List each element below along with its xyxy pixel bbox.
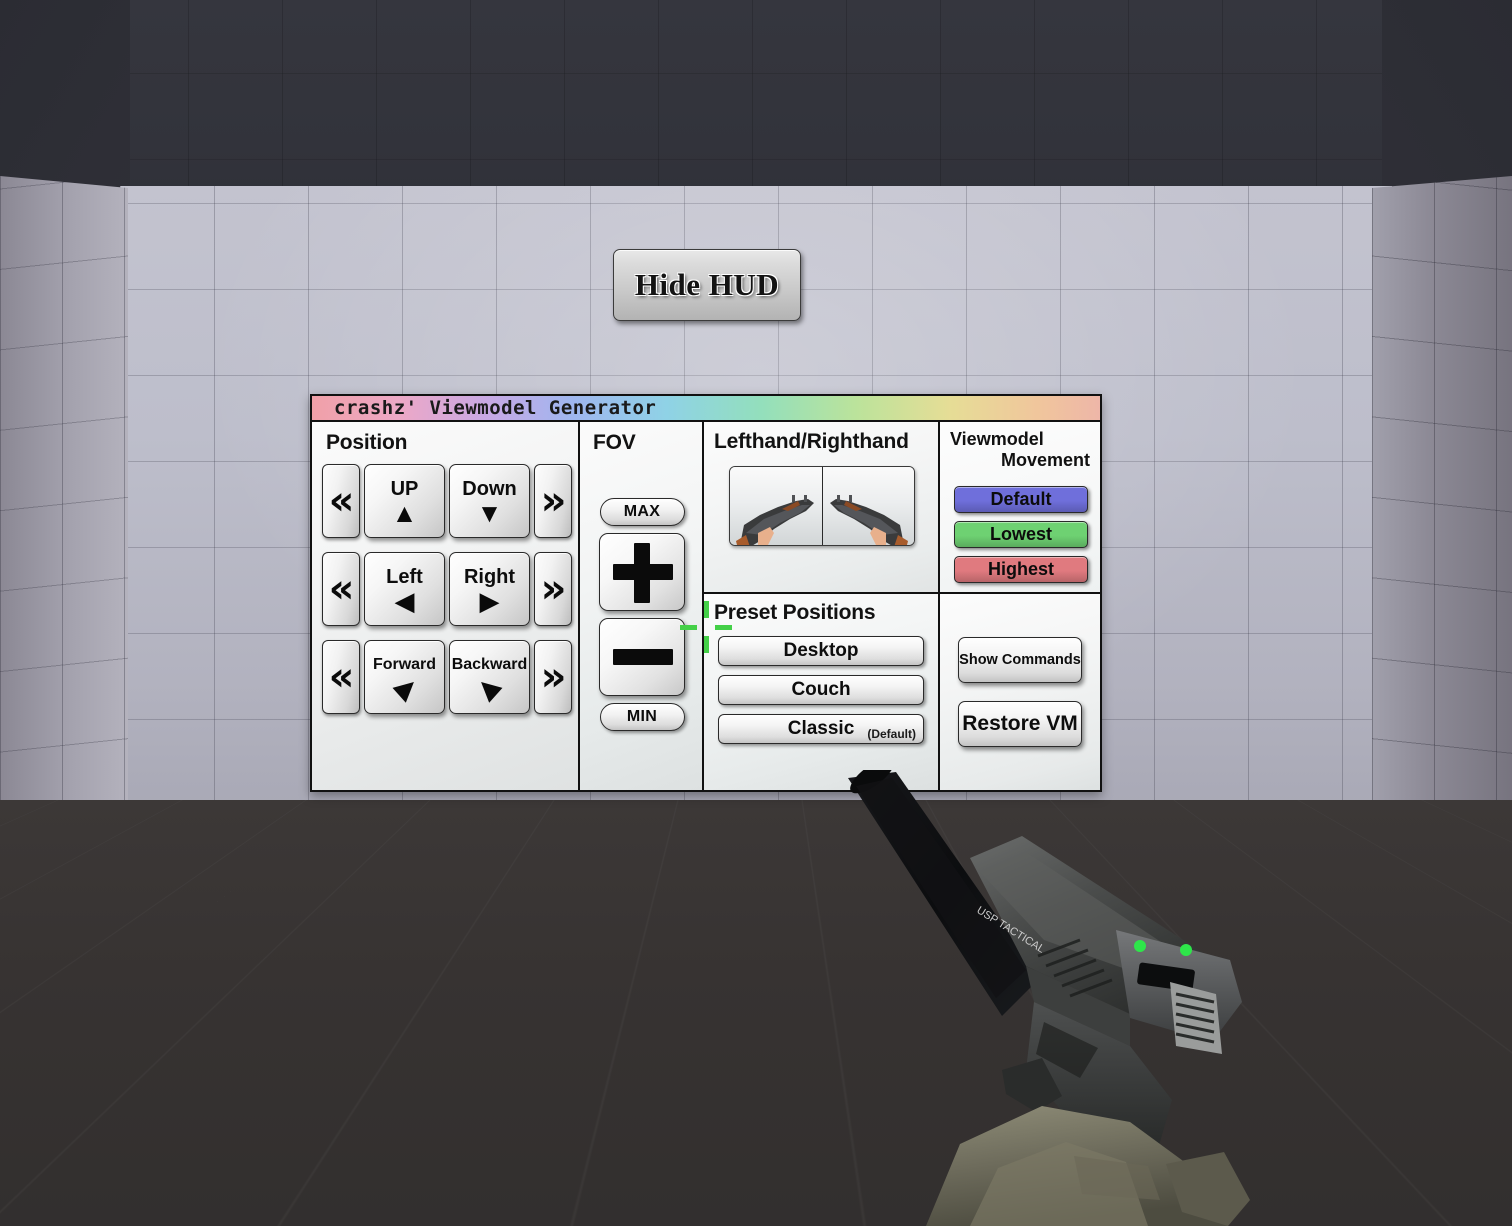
arrow-icon: ▲ bbox=[391, 497, 418, 528]
panel-titlebar: crashz' Viewmodel Generator bbox=[312, 396, 1100, 422]
chevron-right-icon-button[interactable]: » bbox=[534, 640, 572, 714]
preset-button-classic[interactable]: Classic (Default) bbox=[718, 714, 924, 744]
fov-section: FOV MAX MIN bbox=[580, 422, 704, 790]
position-button-label: Left bbox=[386, 565, 423, 588]
panel-title: crashz' Viewmodel Generator bbox=[334, 397, 657, 419]
viewmodel-movement-highest-button[interactable]: Highest bbox=[954, 556, 1088, 583]
position-button-grid: «UP ▲ Down ▼» «Left ◀ Right ▶» «Forward ▶ Backward… bbox=[322, 464, 572, 728]
position-row: «UP ▲ Down ▼» bbox=[322, 464, 572, 538]
hand-toggle-widget[interactable] bbox=[729, 466, 915, 546]
plus-icon-vertical bbox=[634, 543, 650, 603]
position-section: Position «UP ▲ Down ▼» «Left ◀ Right ▶» «Forward… bbox=[312, 422, 580, 790]
restore-vm-label: Restore VM bbox=[962, 712, 1078, 735]
fov-min-label: MIN bbox=[626, 708, 658, 725]
preset-button-label: Classic bbox=[787, 718, 855, 739]
position-row: «Left ◀ Right ▶» bbox=[322, 552, 572, 626]
hide-hud-label: Hide HUD bbox=[634, 267, 780, 302]
preset-button-label: Desktop bbox=[783, 640, 859, 661]
minus-icon bbox=[613, 649, 673, 665]
show-commands-button[interactable]: Show Commands bbox=[958, 637, 1082, 683]
position-button-right[interactable]: Right ▶ bbox=[449, 552, 530, 626]
lefthand-righthand-section: Lefthand/Righthand bbox=[704, 422, 938, 594]
fov-max-label: MAX bbox=[623, 503, 661, 520]
position-button-label: Forward bbox=[372, 655, 437, 673]
righthand-preview-pane[interactable] bbox=[821, 467, 914, 545]
right-column: Viewmodel Movement Default Lowest Highest … bbox=[940, 422, 1100, 790]
chevron-left-icon-button[interactable]: « bbox=[322, 464, 360, 538]
position-button-forward[interactable]: Forward ▶ bbox=[364, 640, 445, 714]
viewmodel-movement-label: Highest bbox=[987, 559, 1054, 579]
position-button-label: UP bbox=[390, 477, 419, 500]
position-button-down[interactable]: Down ▼ bbox=[449, 464, 530, 538]
viewmodel-movement-section: Viewmodel Movement Default Lowest Highest bbox=[940, 422, 1100, 594]
viewmodel-movement-default-button[interactable]: Default bbox=[954, 486, 1088, 513]
viewmodel-movement-label: Lowest bbox=[989, 524, 1052, 544]
fov-title: FOV bbox=[593, 431, 636, 454]
viewmodel-movement-title: Viewmodel Movement bbox=[950, 429, 1090, 470]
preset-button-default-tag: (Default) bbox=[867, 727, 916, 741]
crosshair-segment-top bbox=[704, 601, 709, 618]
position-button-backward[interactable]: Backward ◀ bbox=[449, 640, 530, 714]
fov-controls: MAX MIN bbox=[596, 498, 688, 731]
commands-section: Show Commands Restore VM bbox=[940, 594, 1100, 790]
fov-increase-button[interactable] bbox=[599, 533, 685, 611]
preset-positions-list: Desktop Couch Classic (Default) bbox=[718, 636, 924, 744]
arrow-icon: ◀ bbox=[472, 668, 507, 705]
viewmodel-generator-panel: crashz' Viewmodel Generator Position «UP… bbox=[310, 394, 1102, 792]
arrow-icon: ▼ bbox=[476, 497, 503, 528]
position-button-label: Backward bbox=[451, 655, 528, 673]
fov-max-button[interactable]: MAX bbox=[599, 498, 685, 526]
preset-button-desktop[interactable]: Desktop bbox=[718, 636, 924, 666]
floor bbox=[0, 800, 1512, 1226]
chevron-left-icon-button[interactable]: « bbox=[322, 640, 360, 714]
hide-hud-button[interactable]: Hide HUD bbox=[613, 249, 801, 321]
position-button-up[interactable]: UP ▲ bbox=[364, 464, 445, 538]
position-button-label: Down bbox=[462, 477, 517, 500]
fov-min-button[interactable]: MIN bbox=[599, 703, 685, 731]
preset-button-label: Couch bbox=[791, 679, 851, 700]
middle-column: Lefthand/Righthand Preset Positions Desk… bbox=[704, 422, 940, 790]
preset-positions-title: Preset Positions bbox=[714, 601, 876, 624]
lefthand-preview-pane[interactable] bbox=[730, 467, 822, 545]
arrow-icon: ▶ bbox=[387, 668, 422, 705]
show-commands-label: Show Commands bbox=[959, 652, 1081, 668]
fov-decrease-button[interactable] bbox=[599, 618, 685, 696]
floor-grid bbox=[0, 800, 1512, 1226]
position-button-label: Right bbox=[463, 565, 516, 588]
viewmodel-movement-options: Default Lowest Highest bbox=[954, 486, 1088, 583]
restore-vm-button[interactable]: Restore VM bbox=[958, 701, 1082, 747]
chevron-right-icon-button[interactable]: » bbox=[534, 552, 572, 626]
arrow-icon: ◀ bbox=[394, 585, 415, 616]
viewmodel-movement-lowest-button[interactable]: Lowest bbox=[954, 521, 1088, 548]
crosshair-segment-left bbox=[680, 625, 697, 630]
crosshair-segment-bottom bbox=[704, 636, 709, 653]
position-title: Position bbox=[326, 431, 408, 454]
gun-right-preview-icon bbox=[830, 495, 908, 545]
gun-left-preview-icon bbox=[736, 495, 814, 545]
viewmodel-movement-title-line2: Movement bbox=[1000, 449, 1090, 470]
viewmodel-movement-title-line1: Viewmodel bbox=[950, 429, 1044, 449]
preset-button-couch[interactable]: Couch bbox=[718, 675, 924, 705]
viewmodel-movement-label: Default bbox=[990, 489, 1052, 509]
position-row: «Forward ▶ Backward ◀» bbox=[322, 640, 572, 714]
chevron-left-icon-button[interactable]: « bbox=[322, 552, 360, 626]
lefthand-righthand-title: Lefthand/Righthand bbox=[714, 430, 909, 453]
crosshair-segment-right bbox=[715, 625, 732, 630]
chevron-right-icon-button[interactable]: » bbox=[534, 464, 572, 538]
position-button-left[interactable]: Left ◀ bbox=[364, 552, 445, 626]
arrow-icon: ▶ bbox=[479, 585, 500, 616]
preset-positions-section: Preset Positions Desktop Couch Classic (Def… bbox=[704, 594, 938, 790]
